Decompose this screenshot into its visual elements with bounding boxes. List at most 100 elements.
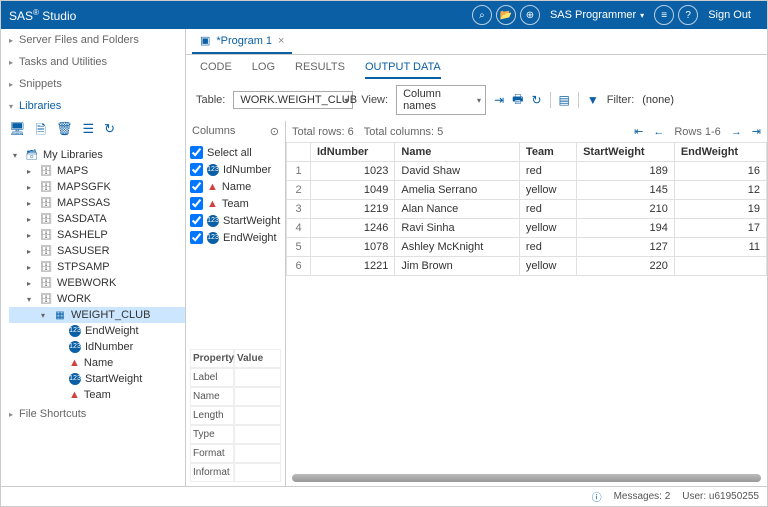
col-item-endweight[interactable]: 123EndWeight [190,229,281,246]
col-item-idnumber[interactable]: 123IdNumber [190,161,281,178]
lib-tool-refresh-icon[interactable]: ↻ [104,121,115,143]
app-title: SAS® Studio [9,8,76,23]
toolbar-divider [578,92,579,108]
prop-row-length: Length [190,406,281,425]
col-checkbox[interactable] [190,231,203,244]
col-header-team[interactable]: Team [519,143,576,162]
select-all-checkbox[interactable] [190,146,203,159]
content-area: ▣ *Program 1 × CODE LOG RESULTS OUTPUT D… [186,29,767,486]
tree-lib-sasdata[interactable]: ▸🗄SASDATA [9,211,185,227]
tree-col-team[interactable]: ▲Team [9,387,185,403]
tree-table-weight-club[interactable]: ▾▦WEIGHT_CLUB [9,307,185,323]
sign-out-link[interactable]: Sign Out [708,9,751,21]
view-dropdown[interactable]: Column names [396,85,486,115]
view-label: View: [361,94,388,106]
table-row[interactable]: 11023David Shawred18916 [287,162,767,181]
tree-lib-maps[interactable]: ▸🗄MAPS [9,163,185,179]
total-rows: Total rows: 6 [292,126,354,138]
table-row[interactable]: 21049Amelia Serranoyellow14512 [287,181,767,200]
table-row[interactable]: 41246Ravi Sinhayellow19417 [287,219,767,238]
tree-lib-mapsgfk[interactable]: ▸🗄MAPSGFK [9,179,185,195]
columns-heading: Columns [192,125,235,138]
subtab-output-data[interactable]: OUTPUT DATA [365,61,441,79]
lib-tool-delete-icon[interactable]: 🗑 [56,121,73,143]
col-header-startweight[interactable]: StartWeight [577,143,675,162]
col-header-endweight[interactable]: EndWeight [674,143,766,162]
subtab-log[interactable]: LOG [252,61,275,79]
table-row[interactable]: 51078Ashley McKnightred12711 [287,238,767,257]
subtab-results[interactable]: RESULTS [295,61,345,79]
tree-lib-webwork[interactable]: ▸🗄WEBWORK [9,275,185,291]
export-icon[interactable]: ⇥ [494,93,504,107]
open-icon[interactable]: 📂 [496,5,516,25]
table-row[interactable]: 61221Jim Brownyellow220 [287,257,767,276]
lib-tool-props-icon[interactable]: ☰ [82,121,94,143]
tree-col-idnumber[interactable]: 123IdNumber [9,339,185,355]
horizontal-scrollbar[interactable] [292,474,761,482]
info-icon[interactable]: ⓘ [592,489,602,504]
col-checkbox[interactable] [190,197,203,210]
col-header-name[interactable]: Name [395,143,520,162]
tree-col-endweight[interactable]: 123EndWeight [9,323,185,339]
col-item-name[interactable]: ▲Name [190,178,281,195]
filter-label: Filter: [607,94,635,106]
prop-row-name: Name [190,387,281,406]
table-dropdown[interactable]: WORK.WEIGHT_CLUB [233,91,353,109]
tree-lib-mapssas[interactable]: ▸🗄MAPSSAS [9,195,185,211]
columns-options-icon[interactable]: ⊙ [270,125,279,138]
libraries-toolbar: 🖥 🗎 🗑 ☰ ↻ [1,117,185,147]
select-all-row[interactable]: Select all [190,144,281,161]
prev-page-icon[interactable]: ← [653,126,664,138]
section-shortcuts[interactable]: File Shortcuts [1,403,185,425]
print-icon[interactable]: 🖶 [512,90,523,111]
col-checkbox[interactable] [190,163,203,176]
first-page-icon[interactable]: ⇤ [634,125,643,138]
toolbar-divider [550,92,551,108]
columns-list: Select all123IdNumber▲Name▲Team123StartW… [186,142,285,345]
table-label: Table: [196,94,225,106]
messages-status[interactable]: Messages: 2 [614,491,671,502]
data-grid-area: Total rows: 6 Total columns: 5 ⇤ ← Rows … [286,121,767,486]
role-dropdown[interactable]: SAS Programmer ▾ [550,9,644,21]
data-grid[interactable]: IdNumberNameTeamStartWeightEndWeight1102… [286,142,767,470]
tree-lib-sashelp[interactable]: ▸🗄SASHELP [9,227,185,243]
rownum-header[interactable] [287,143,311,162]
app-header: SAS® Studio ⌕ 📂 ⊕ SAS Programmer ▾ ≡ ? S… [1,1,767,29]
data-toolbar: Table: WORK.WEIGHT_CLUB View: Column nam… [186,79,767,121]
col-item-startweight[interactable]: 123StartWeight [190,212,281,229]
tab-program1[interactable]: ▣ *Program 1 × [192,29,292,54]
col-item-team[interactable]: ▲Team [190,195,281,212]
section-tasks[interactable]: Tasks and Utilities [1,51,185,73]
subtab-code[interactable]: CODE [200,61,232,79]
globe-icon[interactable]: ⊕ [520,5,540,25]
help-icon[interactable]: ? [678,5,698,25]
more-icon[interactable]: ≡ [654,5,674,25]
last-page-icon[interactable]: ⇥ [752,125,761,138]
tree-col-startweight[interactable]: 123StartWeight [9,371,185,387]
refresh-icon[interactable]: ↻ [531,93,541,107]
properties-panel: PropertyValueLabelNameLengthTypeFormatIn… [186,345,285,486]
close-icon[interactable]: × [278,35,284,47]
status-bar: ⓘ Messages: 2 User: u61950255 [1,486,767,506]
section-libraries[interactable]: Libraries [1,95,185,117]
tree-lib-stpsamp[interactable]: ▸🗄STPSAMP [9,259,185,275]
prop-row-informat: Informat [190,463,281,482]
filter-value: (none) [642,94,674,106]
tree-my-libraries[interactable]: ▾🗃My Libraries [9,147,185,163]
tree-lib-sasuser[interactable]: ▸🗄SASUSER [9,243,185,259]
sidebar: Server Files and Folders Tasks and Utili… [1,29,186,486]
tree-lib-work[interactable]: ▾🗄WORK [9,291,185,307]
toggle-columns-icon[interactable]: ▤ [559,93,570,107]
col-checkbox[interactable] [190,214,203,227]
table-row[interactable]: 31219Alan Nancered21019 [287,200,767,219]
section-server-files[interactable]: Server Files and Folders [1,29,185,51]
next-page-icon[interactable]: → [731,126,742,138]
tree-col-name[interactable]: ▲Name [9,355,185,371]
lib-tool-new-icon[interactable]: 🗎 [36,121,46,143]
search-icon[interactable]: ⌕ [472,5,492,25]
lib-tool-view-icon[interactable]: 🖥 [9,121,26,143]
col-checkbox[interactable] [190,180,203,193]
filter-icon[interactable]: ▼ [587,93,599,107]
col-header-idnumber[interactable]: IdNumber [311,143,395,162]
section-snippets[interactable]: Snippets [1,73,185,95]
